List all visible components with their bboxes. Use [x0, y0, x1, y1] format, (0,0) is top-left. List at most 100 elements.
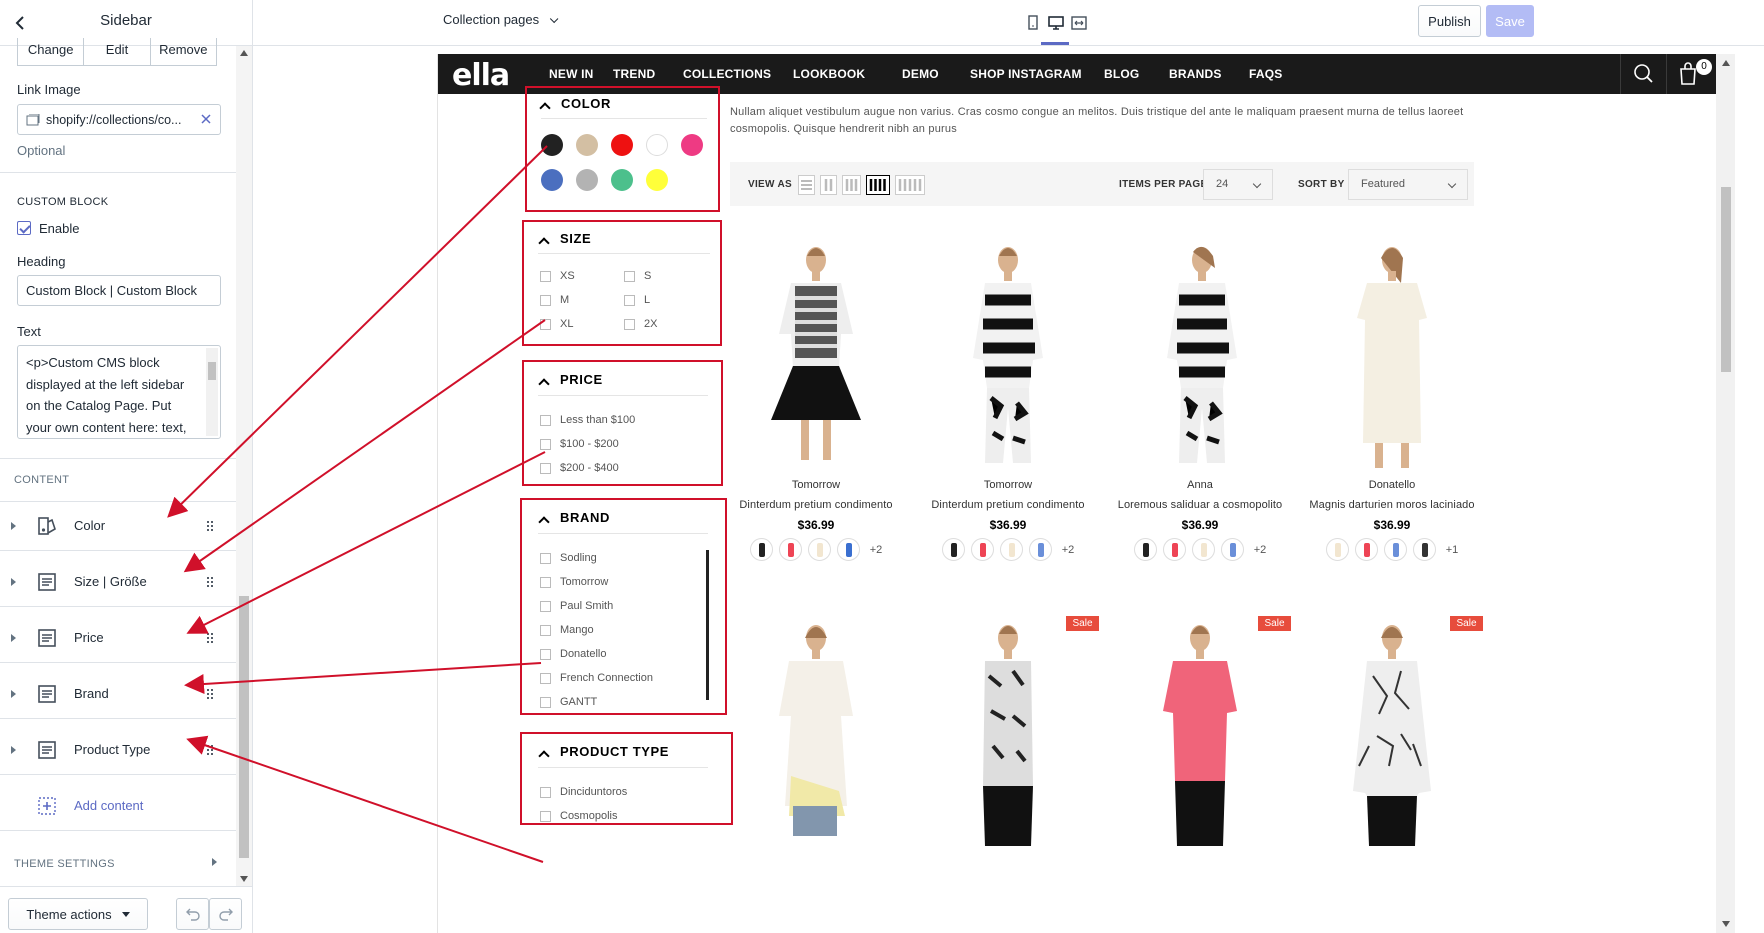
product-image[interactable]: [721, 238, 911, 473]
variant-swatch[interactable]: [1191, 538, 1215, 561]
clear-icon[interactable]: [199, 112, 213, 126]
filter-option[interactable]: $200 - $400: [560, 462, 619, 474]
change-button[interactable]: Change: [18, 38, 85, 65]
drag-handle-icon[interactable]: [206, 744, 214, 756]
nav-item[interactable]: TREND: [613, 67, 655, 81]
text-area[interactable]: <p>Custom CMS block displayed at the lef…: [17, 345, 221, 439]
variant-swatch[interactable]: [1383, 538, 1407, 561]
brand-list-scrollbar[interactable]: [706, 550, 709, 700]
collapse-icon[interactable]: [539, 101, 551, 114]
variant-swatch[interactable]: [1162, 538, 1186, 561]
variant-swatch[interactable]: [807, 538, 831, 561]
filter-option[interactable]: GANTT: [560, 696, 597, 708]
sort-by-select[interactable]: Featured: [1348, 169, 1468, 200]
scroll-up-icon[interactable]: [1722, 60, 1730, 66]
sidebar-scrollbar[interactable]: [236, 46, 252, 886]
checkbox[interactable]: [624, 319, 635, 330]
filter-title[interactable]: PRICE: [560, 372, 603, 387]
scrollbar-thumb[interactable]: [1721, 187, 1731, 372]
checkbox[interactable]: [540, 271, 551, 282]
product-name[interactable]: Magnis darturien moros laciniado: [1287, 499, 1497, 511]
checkbox[interactable]: [624, 271, 635, 282]
variant-swatch[interactable]: [941, 538, 965, 561]
grid-3-icon[interactable]: [842, 175, 861, 195]
product-image[interactable]: [913, 238, 1103, 473]
add-content-row[interactable]: Add content: [0, 782, 236, 831]
preview-scrollbar[interactable]: [1716, 54, 1735, 933]
product-image[interactable]: [1105, 238, 1295, 473]
checkbox[interactable]: [624, 295, 635, 306]
filter-option[interactable]: Tomorrow: [560, 576, 608, 588]
variant-swatch[interactable]: [999, 538, 1023, 561]
checkbox[interactable]: [540, 697, 551, 708]
color-swatch[interactable]: [646, 169, 668, 191]
theme-settings-row[interactable]: THEME SETTINGS: [0, 838, 236, 887]
nav-item[interactable]: LOOKBOOK: [793, 67, 865, 81]
product-name[interactable]: Dinterdum pretium condimento: [711, 499, 921, 511]
filter-option[interactable]: Dinciduntoros: [560, 786, 627, 798]
checkbox[interactable]: [540, 319, 551, 330]
link-image-field[interactable]: shopify://collections/co...: [17, 104, 221, 135]
checkbox[interactable]: [540, 673, 551, 684]
product-card[interactable]: Sale: [1105, 616, 1295, 846]
product-image[interactable]: [1297, 238, 1487, 473]
drag-handle-icon[interactable]: [206, 520, 214, 532]
product-image[interactable]: [1297, 616, 1487, 851]
more-variants[interactable]: +2: [1062, 544, 1075, 556]
color-swatch[interactable]: [646, 134, 668, 156]
filter-option[interactable]: Paul Smith: [560, 600, 613, 612]
variant-swatch[interactable]: [778, 538, 802, 561]
filter-option[interactable]: Sodling: [560, 552, 597, 564]
filter-option[interactable]: French Connection: [560, 672, 653, 684]
drag-handle-icon[interactable]: [206, 688, 214, 700]
filter-option[interactable]: 2X: [644, 318, 657, 330]
product-image[interactable]: [913, 616, 1103, 851]
save-button[interactable]: Save: [1486, 5, 1534, 37]
scrollbar-thumb[interactable]: [239, 596, 249, 858]
color-swatch[interactable]: [541, 134, 563, 156]
scroll-down-icon[interactable]: [1722, 921, 1730, 927]
more-variants[interactable]: +1: [1446, 544, 1459, 556]
list-view-icon[interactable]: [798, 175, 815, 195]
filter-title[interactable]: BRAND: [560, 510, 610, 525]
checkbox[interactable]: [540, 811, 551, 822]
nav-item[interactable]: SHOP INSTAGRAM: [970, 67, 1082, 81]
color-swatch[interactable]: [611, 169, 633, 191]
scroll-down-icon[interactable]: [240, 876, 248, 882]
drag-handle-icon[interactable]: [206, 576, 214, 588]
filter-title[interactable]: SIZE: [560, 231, 591, 246]
color-swatch[interactable]: [681, 134, 703, 156]
checkbox[interactable]: [540, 601, 551, 612]
collapse-icon[interactable]: [538, 749, 550, 762]
publish-button[interactable]: Publish: [1418, 5, 1481, 37]
grid-4-icon[interactable]: [866, 175, 890, 195]
checkbox[interactable]: [540, 415, 551, 426]
filter-option[interactable]: $100 - $200: [560, 438, 619, 450]
nav-item[interactable]: COLLECTIONS: [683, 67, 771, 81]
items-per-page-select[interactable]: 24: [1203, 169, 1273, 200]
color-swatch[interactable]: [611, 134, 633, 156]
more-variants[interactable]: +2: [1254, 544, 1267, 556]
heading-input[interactable]: Custom Block | Custom Block: [17, 275, 221, 306]
add-content-link[interactable]: Add content: [74, 798, 143, 813]
filter-title[interactable]: COLOR: [561, 96, 611, 111]
grid-5-icon[interactable]: [895, 175, 925, 195]
scroll-up-icon[interactable]: [240, 50, 248, 56]
content-block-brand[interactable]: Brand: [0, 670, 236, 719]
textarea-scrollbar[interactable]: [206, 348, 218, 436]
filter-option[interactable]: Cosmopolis: [560, 810, 617, 822]
edit-button[interactable]: Edit: [84, 38, 151, 65]
product-image[interactable]: [721, 616, 911, 851]
product-name[interactable]: Loremous saliduar a cosmopolito: [1095, 499, 1305, 511]
checkbox[interactable]: [540, 295, 551, 306]
nav-item[interactable]: BRANDS: [1169, 67, 1222, 81]
remove-button[interactable]: Remove: [151, 38, 216, 65]
content-block-size[interactable]: Size | Größe: [0, 558, 236, 607]
nav-item[interactable]: NEW IN: [549, 67, 594, 81]
desktop-view-icon[interactable]: [1046, 13, 1066, 33]
filter-option[interactable]: Donatello: [560, 648, 606, 660]
fullscreen-view-icon[interactable]: [1069, 13, 1089, 33]
nav-item[interactable]: BLOG: [1104, 67, 1139, 81]
checkbox[interactable]: [540, 439, 551, 450]
color-swatch[interactable]: [576, 134, 598, 156]
